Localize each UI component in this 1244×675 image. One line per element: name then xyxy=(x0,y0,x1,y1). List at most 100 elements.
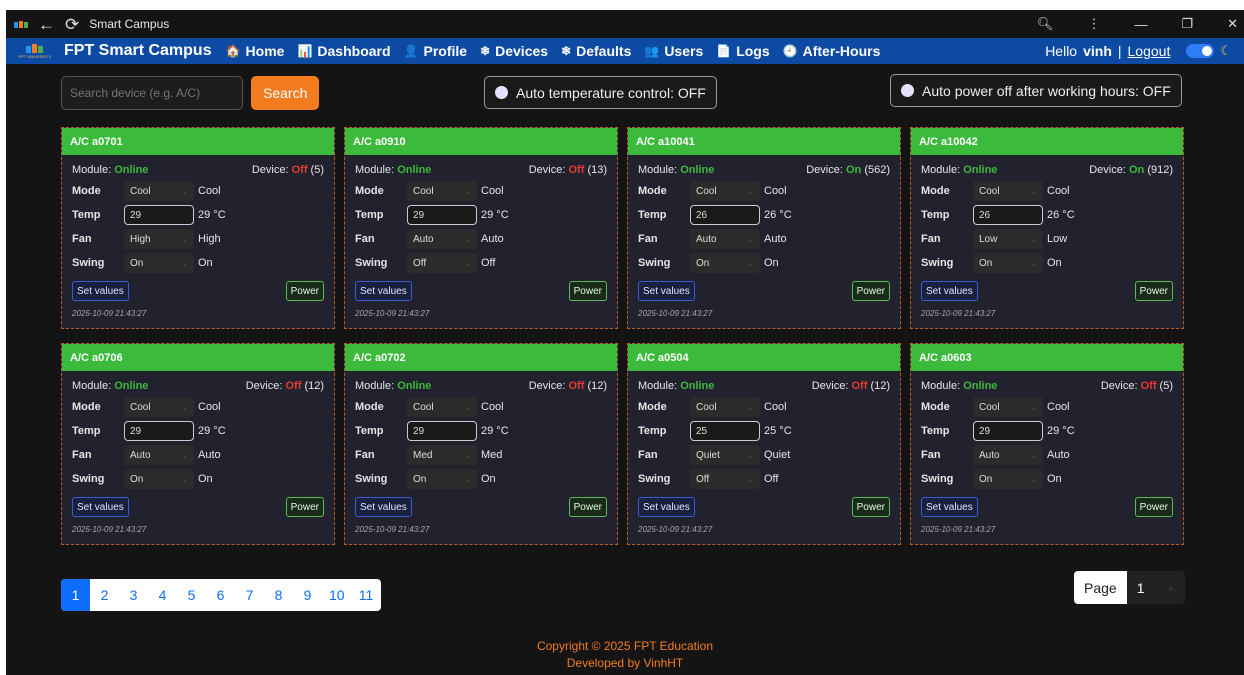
power-button[interactable]: Power xyxy=(851,281,890,301)
page-link-5[interactable]: 5 xyxy=(177,579,206,611)
swing-select[interactable]: Off ⌄ xyxy=(690,469,760,489)
temp-input[interactable]: 29 xyxy=(973,421,1043,441)
page-select-current: 1 xyxy=(1136,579,1145,596)
theme-toggle[interactable] xyxy=(1186,44,1215,58)
power-button[interactable]: Power xyxy=(568,497,607,517)
nav-item-defaults[interactable]: ❄ Defaults xyxy=(561,43,631,59)
fan-select[interactable]: Low ⌄ xyxy=(973,229,1043,249)
nav-item-after-hours[interactable]: 🕘 After-Hours xyxy=(783,43,881,59)
page-link-2[interactable]: 2 xyxy=(90,579,119,611)
page-link-8[interactable]: 8 xyxy=(264,579,293,611)
device-count: (13) xyxy=(587,164,607,176)
set-values-button[interactable]: Set values xyxy=(72,497,129,517)
mode-select[interactable]: Cool ⌄ xyxy=(124,397,194,417)
power-button[interactable]: Power xyxy=(851,497,890,517)
page-select[interactable]: Page 1 ⌄ xyxy=(1074,571,1185,604)
fan-select[interactable]: Quiet ⌄ xyxy=(690,445,760,465)
page-link-1[interactable]: 1 xyxy=(61,579,90,611)
mode-select[interactable]: Cool ⌄ xyxy=(407,181,477,201)
device-count: (12) xyxy=(304,380,324,392)
fan-select[interactable]: High ⌄ xyxy=(124,229,194,249)
nav-item-dashboard[interactable]: 📊 Dashboard xyxy=(297,43,390,59)
nav-item-devices[interactable]: ❄ Devices xyxy=(480,43,548,59)
swing-select[interactable]: On ⌄ xyxy=(690,253,760,273)
minimize-icon[interactable]: — xyxy=(1134,17,1147,32)
module-label: Module: xyxy=(921,164,961,176)
swing-label: Swing xyxy=(638,473,671,485)
nav-item-label: Profile xyxy=(423,43,468,59)
fan-select[interactable]: Med ⌄ xyxy=(407,445,477,465)
page-link-9[interactable]: 9 xyxy=(293,579,322,611)
temp-input[interactable]: 29 xyxy=(407,205,477,225)
page-link-10[interactable]: 10 xyxy=(322,579,352,611)
mode-select[interactable]: Cool ⌄ xyxy=(973,181,1043,201)
power-button[interactable]: Power xyxy=(568,281,607,301)
power-button[interactable]: Power xyxy=(1134,497,1173,517)
temp-value: 26 °C xyxy=(764,209,792,221)
device-label: Device: xyxy=(1089,164,1126,176)
power-button[interactable]: Power xyxy=(285,497,324,517)
mode-select[interactable]: Cool ⌄ xyxy=(690,181,760,201)
mode-select-value: Cool xyxy=(130,185,151,197)
set-values-button[interactable]: Set values xyxy=(638,281,695,301)
device-label: Device: xyxy=(245,380,283,392)
swing-label: Swing xyxy=(921,257,954,269)
swing-select[interactable]: On ⌄ xyxy=(407,469,477,489)
fan-select[interactable]: Auto ⌄ xyxy=(973,445,1043,465)
more-options-icon[interactable]: ⋮ xyxy=(1087,16,1100,32)
chevron-down-icon: ⌄ xyxy=(464,402,471,412)
power-button[interactable]: Power xyxy=(1134,281,1173,301)
set-values-button[interactable]: Set values xyxy=(921,281,978,301)
page-link-6[interactable]: 6 xyxy=(206,579,235,611)
zoom-icon[interactable]: 🔍︎ xyxy=(1037,16,1054,32)
temp-input[interactable]: 25 xyxy=(690,421,760,441)
nav-item-home[interactable]: 🏠 Home xyxy=(226,43,285,59)
fan-select[interactable]: Auto ⌄ xyxy=(690,229,760,249)
set-values-button[interactable]: Set values xyxy=(72,281,129,301)
mode-select[interactable]: Cool ⌄ xyxy=(124,181,194,201)
back-arrow-icon[interactable]: ← xyxy=(38,16,55,33)
swing-select[interactable]: On ⌄ xyxy=(124,253,194,273)
temp-input[interactable]: 26 xyxy=(973,205,1043,225)
chevron-down-icon: ⌄ xyxy=(747,402,754,412)
mode-select[interactable]: Cool ⌄ xyxy=(973,397,1043,417)
swing-label: Swing xyxy=(72,257,105,269)
page-link-7[interactable]: 7 xyxy=(235,579,264,611)
fpt-logo[interactable]: FPT UNIVERSITY xyxy=(6,38,64,64)
swing-select[interactable]: On ⌄ xyxy=(973,469,1043,489)
nav-item-logs[interactable]: 📄 Logs xyxy=(716,43,769,59)
swing-select[interactable]: On ⌄ xyxy=(973,253,1043,273)
nav-item-users[interactable]: 👥 Users xyxy=(644,43,703,59)
temp-input[interactable]: 26 xyxy=(690,205,760,225)
swing-select[interactable]: Off ⌄ xyxy=(407,253,477,273)
page-link-11[interactable]: 11 xyxy=(352,579,381,611)
fan-select[interactable]: Auto ⌄ xyxy=(407,229,477,249)
search-input[interactable] xyxy=(61,76,243,110)
auto-power-toggle-button[interactable]: Auto power off after working hours: OFF xyxy=(890,74,1182,107)
set-values-button[interactable]: Set values xyxy=(355,281,412,301)
restore-icon[interactable]: ❐ xyxy=(1181,16,1193,32)
swing-select[interactable]: On ⌄ xyxy=(124,469,194,489)
brand-title[interactable]: FPT Smart Campus xyxy=(64,42,212,60)
power-button[interactable]: Power xyxy=(285,281,324,301)
fan-value: Auto xyxy=(764,233,787,245)
close-icon[interactable]: ✕ xyxy=(1227,16,1238,32)
mode-select[interactable]: Cool ⌄ xyxy=(690,397,760,417)
page-link-4[interactable]: 4 xyxy=(148,579,177,611)
mode-select[interactable]: Cool ⌄ xyxy=(407,397,477,417)
temp-input[interactable]: 29 xyxy=(124,421,194,441)
search-button[interactable]: Search xyxy=(251,76,320,110)
fan-select[interactable]: Auto ⌄ xyxy=(124,445,194,465)
greeting: Hello xyxy=(1045,43,1078,59)
temp-input[interactable]: 29 xyxy=(407,421,477,441)
refresh-icon[interactable]: ⟳ xyxy=(65,16,79,33)
set-values-button[interactable]: Set values xyxy=(921,497,978,517)
nav-item-profile[interactable]: 👤 Profile xyxy=(404,43,468,59)
page-link-3[interactable]: 3 xyxy=(119,579,148,611)
logout-link[interactable]: Logout xyxy=(1128,43,1171,59)
temp-input[interactable]: 29 xyxy=(124,205,194,225)
set-values-button[interactable]: Set values xyxy=(638,497,695,517)
page-select-value[interactable]: 1 ⌄ xyxy=(1126,571,1185,604)
auto-temp-toggle-button[interactable]: Auto temperature control: OFF xyxy=(484,76,717,109)
set-values-button[interactable]: Set values xyxy=(355,497,412,517)
